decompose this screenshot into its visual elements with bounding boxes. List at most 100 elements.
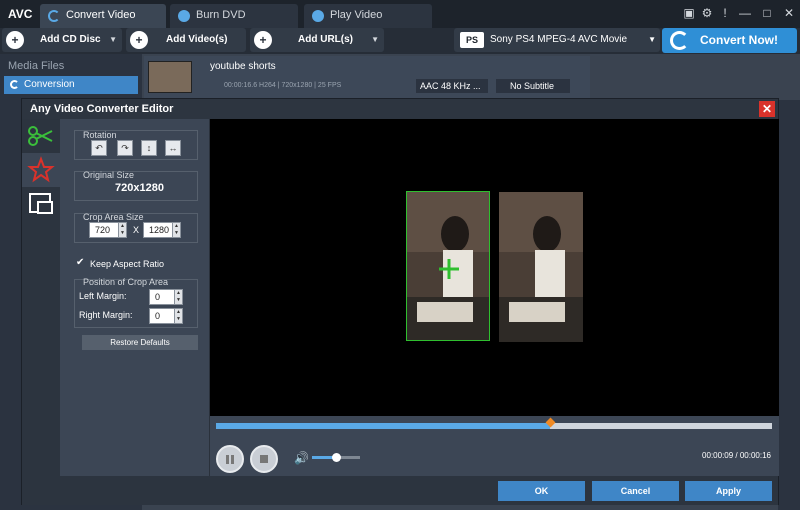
tab-label: Burn DVD [196, 9, 246, 21]
tab-burn-dvd[interactable]: Burn DVD [170, 4, 298, 28]
convert-now-button[interactable]: Convert Now! [662, 28, 797, 53]
subtitle-select[interactable]: No Subtitle [496, 79, 570, 93]
close-icon[interactable]: ✕ [780, 4, 798, 22]
ok-button[interactable]: OK [498, 481, 585, 501]
original-size-group: Original Size 720x1280 [74, 170, 198, 201]
tab-trim[interactable] [22, 119, 60, 153]
stepper-arrows-icon[interactable]: ▲ ▼ [174, 290, 182, 304]
cancel-button[interactable]: Cancel [592, 481, 679, 501]
crop-icon [29, 193, 53, 214]
sidebar-item-conversion[interactable]: Conversion [4, 76, 138, 94]
crop-settings-panel: Rotation ↶ ↷ ↕ ↔ Original Size 720x1280 … [60, 119, 210, 476]
file-meta: 00:00:16.6 H264 | 720x1280 | 25 FPS [224, 82, 342, 89]
stop-icon [260, 455, 268, 463]
crop-position-label: Position of Crop Area [83, 277, 169, 287]
volume-slider[interactable] [312, 453, 360, 462]
sidebar-item-label: Conversion [24, 79, 75, 90]
seek-bar[interactable] [216, 417, 772, 429]
play-icon [312, 10, 324, 22]
right-margin-value: 0 [155, 311, 161, 321]
add-cd-label: Add CD Disc [40, 34, 101, 45]
editor-title-bar: Any Video Converter Editor ✕ [22, 99, 778, 119]
tab-convert-video[interactable]: Convert Video [40, 4, 166, 28]
stepper-arrows-icon[interactable]: ▲ ▼ [174, 309, 182, 323]
convert-icon [670, 31, 689, 50]
minimize-icon[interactable]: — [736, 4, 754, 22]
crop-height-input[interactable]: 1280 ▲ ▼ [143, 222, 181, 238]
pause-icon [226, 455, 229, 464]
add-url-button[interactable]: + Add URL(s) ▼ [250, 28, 384, 52]
output-preview [499, 192, 583, 342]
right-margin-label: Right Margin: [79, 310, 133, 320]
time-display: 00:00:09 / 00:00:16 [702, 451, 771, 460]
tab-play-video[interactable]: Play Video [304, 4, 432, 28]
left-margin-label: Left Margin: [79, 291, 127, 301]
editor-tool-tabs [22, 119, 60, 476]
playback-controls: 🔊 00:00:09 / 00:00:16 [210, 416, 779, 476]
app-window: AVC Convert Video Burn DVD Play Video ▣ … [0, 0, 800, 510]
rotate-right-icon[interactable]: ↷ [117, 140, 133, 156]
crop-width-input[interactable]: 720 ▲ ▼ [89, 222, 127, 238]
output-profile-select[interactable]: PS Sony PS4 MPEG-4 AVC Movie (1080p)... … [454, 28, 660, 69]
conversion-icon [10, 80, 19, 89]
keep-aspect-label[interactable]: Keep Aspect Ratio [90, 259, 164, 269]
seek-progress [216, 423, 550, 429]
tab-crop[interactable] [22, 187, 60, 221]
crop-height-value: 1280 [149, 225, 170, 235]
add-url-icon: + [254, 31, 272, 49]
checkmark-icon[interactable]: ✔ [76, 258, 86, 268]
stepper-arrows-icon[interactable]: ▲ ▼ [118, 223, 126, 237]
video-frame-image [407, 192, 489, 340]
right-strip [778, 100, 800, 510]
store-icon[interactable]: ▣ [680, 4, 698, 22]
app-logo: AVC [8, 7, 33, 21]
video-preview [210, 119, 779, 416]
video-thumbnail [148, 61, 192, 93]
add-url-label: Add URL(s) [298, 34, 353, 45]
sidebar-title: Media Files [8, 60, 65, 72]
crop-position-group: Position of Crop Area Left Margin: 0 ▲ ▼ … [74, 277, 198, 328]
chevron-down-icon: ▼ [648, 35, 656, 44]
chevron-down-icon: ▼ [109, 35, 117, 44]
right-margin-input[interactable]: 0 ▲ ▼ [149, 308, 183, 324]
file-name: youtube shorts [210, 61, 276, 72]
chevron-down-icon: ▼ [371, 35, 379, 44]
volume-icon[interactable]: 🔊 [294, 451, 309, 465]
scissors-icon [28, 126, 53, 146]
audio-track-select[interactable]: AAC 48 KHz ... [416, 79, 488, 93]
rotation-group: Rotation ↶ ↷ ↕ ↔ [74, 130, 198, 160]
add-video-button[interactable]: + Add Video(s) [126, 28, 246, 52]
original-size-value: 720x1280 [115, 182, 164, 194]
playstation-icon: PS [460, 32, 484, 48]
tab-label: Convert Video [66, 9, 136, 21]
tab-effects[interactable] [22, 153, 60, 187]
video-frame-image [499, 192, 583, 342]
stepper-arrows-icon[interactable]: ▲ ▼ [172, 223, 180, 237]
add-cd-button[interactable]: + Add CD Disc ▼ [2, 28, 122, 52]
original-size-label: Original Size [83, 170, 135, 180]
apply-button[interactable]: Apply [685, 481, 772, 501]
flip-horizontal-icon[interactable]: ↔ [165, 140, 181, 156]
left-margin-input[interactable]: 0 ▲ ▼ [149, 289, 183, 305]
rotation-label: Rotation [83, 130, 117, 140]
crop-area-group: Crop Area Size 720 ▲ ▼ X 1280 ▲ ▼ [74, 212, 198, 243]
info-icon[interactable]: ! [716, 4, 734, 22]
maximize-icon[interactable]: □ [758, 4, 776, 22]
file-row[interactable]: youtube shorts 00:00:16.6 H264 | 720x128… [144, 56, 590, 98]
pause-button[interactable] [216, 445, 244, 473]
crop-frame[interactable] [406, 191, 490, 341]
dialog-footer: OK Cancel Apply [22, 476, 778, 505]
close-icon[interactable]: ✕ [759, 101, 775, 117]
gear-icon[interactable]: ⚙ [698, 4, 716, 22]
add-video-icon: + [130, 31, 148, 49]
crop-width-value: 720 [95, 225, 111, 235]
convert-now-label: Convert Now! [700, 33, 778, 47]
star-icon [27, 156, 55, 183]
volume-handle[interactable] [332, 453, 341, 462]
add-video-label: Add Video(s) [166, 34, 228, 45]
stop-button[interactable] [250, 445, 278, 473]
disc-icon [178, 10, 190, 22]
rotate-left-icon[interactable]: ↶ [91, 140, 107, 156]
restore-defaults-button[interactable]: Restore Defaults [82, 335, 198, 350]
flip-vertical-icon[interactable]: ↕ [141, 140, 157, 156]
